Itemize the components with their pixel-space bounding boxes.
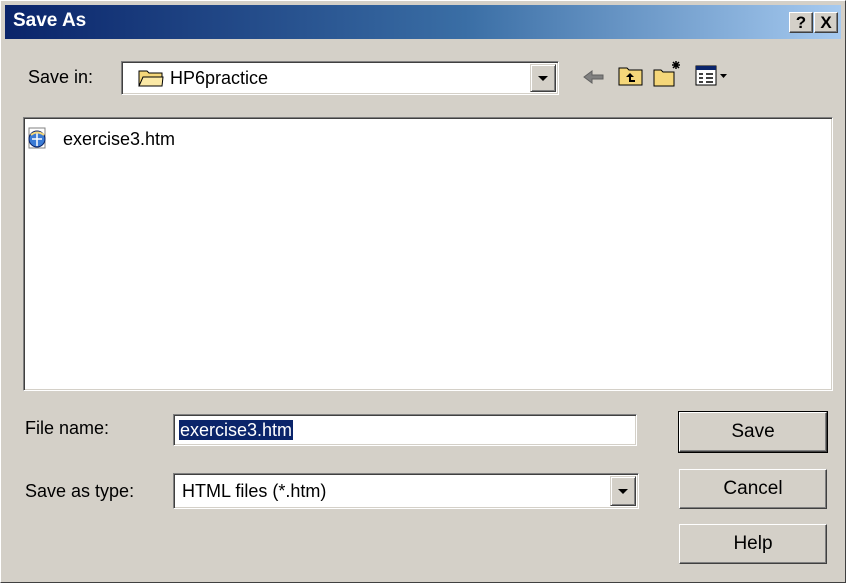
title-bar[interactable]: Save As ? X <box>5 5 841 39</box>
save-in-value: HP6practice <box>170 68 269 88</box>
save-as-dialog: Save As ? X Save in: HP6practice exercis… <box>0 0 846 583</box>
save-as-type-dropdown[interactable]: HTML files (*.htm) <box>173 473 639 509</box>
list-item-label: exercise3.htm <box>63 129 176 149</box>
file-name-value-wrap: exercise3.htm <box>179 420 294 441</box>
file-name-field[interactable]: exercise3.htm <box>173 414 637 446</box>
chevron-down-icon <box>618 489 628 494</box>
file-name-label: File name: <box>25 418 110 438</box>
view-menu-icon[interactable] <box>695 65 729 87</box>
save-button[interactable]: Save <box>678 411 828 453</box>
help-button[interactable]: Help <box>679 524 827 564</box>
save-as-type-dropdown-button[interactable] <box>610 476 636 506</box>
chevron-down-icon <box>538 76 548 81</box>
close-button[interactable]: X <box>814 12 838 33</box>
save-in-label: Save in: <box>28 67 94 87</box>
new-folder-icon[interactable] <box>653 59 683 89</box>
help-title-button[interactable]: ? <box>789 12 813 33</box>
cancel-button[interactable]: Cancel <box>679 469 827 509</box>
back-arrow-icon[interactable] <box>582 67 606 87</box>
html-file-icon <box>28 127 46 149</box>
up-folder-icon[interactable] <box>618 64 644 88</box>
save-as-type-value: HTML files (*.htm) <box>182 481 327 501</box>
window-title: Save As <box>13 10 87 31</box>
save-as-type-label: Save as type: <box>25 481 135 501</box>
file-list[interactable]: exercise3.htm <box>23 117 833 391</box>
folder-icon <box>138 70 164 87</box>
file-name-value: exercise3.htm <box>179 420 294 440</box>
save-in-dropdown[interactable]: HP6practice <box>121 61 559 95</box>
save-in-dropdown-button[interactable] <box>530 64 556 92</box>
